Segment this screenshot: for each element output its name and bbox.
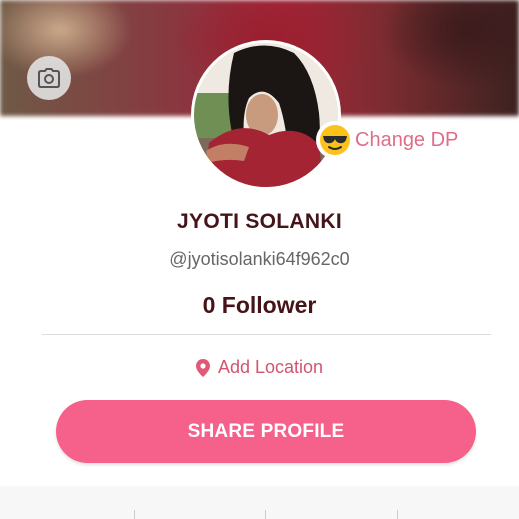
- follower-count[interactable]: 0 Follower: [0, 292, 519, 319]
- bottom-tab-strip: [0, 486, 519, 519]
- divider: [42, 334, 491, 335]
- profile-name: JYOTI SOLANKI: [177, 210, 342, 233]
- change-dp-label: Change DP: [355, 128, 459, 151]
- add-location-button[interactable]: Add Location: [0, 357, 519, 378]
- profile-handle: @jyotisolanki64f962c0: [169, 249, 350, 269]
- tab-separator: [397, 510, 398, 519]
- tab-separator: [134, 510, 135, 519]
- camera-icon: [38, 68, 60, 88]
- change-cover-button[interactable]: [27, 56, 71, 100]
- change-dp-button[interactable]: Change DP: [316, 121, 458, 159]
- profile-screen: Change DP JYOTI SOLANKI @jyotisolanki64f…: [0, 0, 519, 519]
- profile-photo: [194, 43, 338, 187]
- share-profile-button[interactable]: SHARE PROFILE: [56, 400, 476, 463]
- sunglasses-emoji-icon: [316, 121, 354, 159]
- add-location-label: Add Location: [217, 357, 324, 377]
- avatar[interactable]: [191, 40, 341, 190]
- location-pin-icon: [195, 358, 210, 377]
- tab-separator: [265, 510, 266, 519]
